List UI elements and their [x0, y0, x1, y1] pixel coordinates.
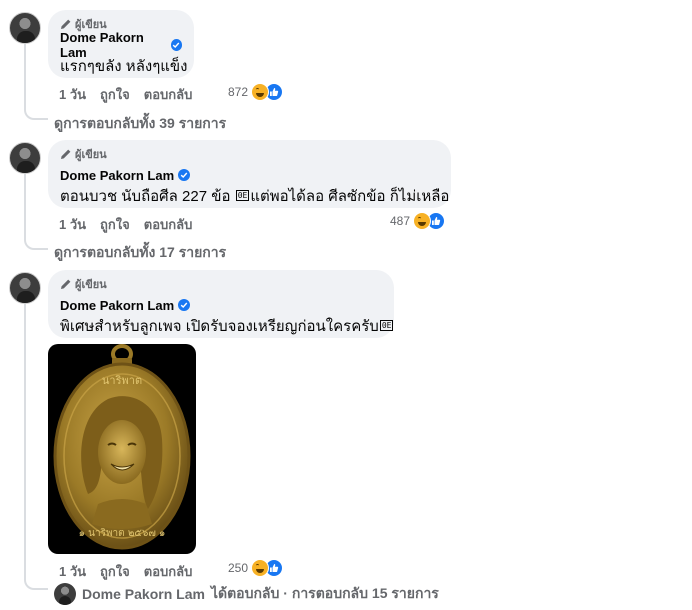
- author-name[interactable]: Dome Pakorn Lam: [60, 168, 174, 183]
- thread-connector: [24, 106, 48, 120]
- comment-actions: 1 วัน ถูกใจ ตอบกลับ: [59, 214, 206, 235]
- like-button[interactable]: ถูกใจ: [100, 561, 130, 582]
- thread-connector: [24, 576, 48, 590]
- comment-actions: 1 วัน ถูกใจ ตอบกลับ: [59, 84, 206, 105]
- haha-reaction-icon: [251, 559, 270, 577]
- reaction-summary[interactable]: 487: [390, 212, 446, 230]
- missing-glyph-box: 0E: [379, 320, 394, 331]
- medal-image: นาริพาต ๑ นาริพาต ๒๕๖๗ ๑: [53, 344, 191, 550]
- comment-bubble: ผู้เขียน Dome Pakorn Lam ตอนบวช นับถือศี…: [48, 140, 451, 208]
- comment-text-part: ตอนบวช นับถือศีล 227 ข้อ: [60, 188, 231, 205]
- comment-text: พิเศษสำหรับลูกเพจ เปิดรับจองเหรียญก่อนใค…: [60, 317, 394, 337]
- thread-line: [24, 44, 26, 106]
- avatar[interactable]: [9, 142, 41, 174]
- reaction-summary[interactable]: 250: [228, 559, 284, 577]
- reply-button[interactable]: ตอบกลับ: [144, 561, 193, 582]
- thread-line: [24, 304, 26, 576]
- comment-actions: 1 วัน ถูกใจ ตอบกลับ: [59, 561, 206, 582]
- reply-button[interactable]: ตอบกลับ: [144, 84, 193, 105]
- timestamp[interactable]: 1 วัน: [59, 561, 86, 582]
- author-name[interactable]: Dome Pakorn Lam: [60, 30, 167, 60]
- reaction-count: 250: [228, 561, 249, 575]
- pencil-icon: [61, 149, 71, 159]
- verified-icon: [170, 39, 182, 51]
- reply-author-name: Dome Pakorn Lam: [82, 586, 205, 602]
- author-badge-label: ผู้เขียน: [75, 279, 107, 291]
- pencil-icon: [61, 19, 71, 29]
- pencil-icon: [61, 279, 71, 289]
- timestamp[interactable]: 1 วัน: [59, 214, 86, 235]
- thread-connector: [24, 236, 48, 250]
- missing-glyph-box: 0E: [235, 190, 250, 201]
- replies-summary-link[interactable]: Dome Pakorn Lam ได้ตอบกลับ · การตอบกลับ …: [54, 583, 439, 605]
- haha-reaction-icon: [251, 83, 270, 101]
- comment-bubble: ผู้เขียน Dome Pakorn Lam แรกๆขลัง หลังๆแ…: [48, 10, 194, 78]
- comment-text-part: พิเศษสำหรับลูกเพจ เปิดรับจองเหรียญก่อนใค…: [60, 318, 379, 335]
- author-badge: ผู้เขียน: [60, 277, 382, 291]
- reply-button[interactable]: ตอบกลับ: [144, 214, 193, 235]
- medal-inscription-top: นาริพาต: [102, 374, 142, 387]
- view-replies-link[interactable]: ดูการตอบกลับทั้ง 39 รายการ: [54, 113, 226, 135]
- comment-bubble: ผู้เขียน Dome Pakorn Lam พิเศษสำหรับลูกเ…: [48, 270, 394, 338]
- like-button[interactable]: ถูกใจ: [100, 84, 130, 105]
- view-replies-link[interactable]: ดูการตอบกลับทั้ง 17 รายการ: [54, 242, 226, 264]
- comment-attachment-image[interactable]: นาริพาต ๑ นาริพาต ๒๕๖๗ ๑: [48, 344, 196, 554]
- reaction-count: 487: [390, 214, 411, 228]
- medal-inscription-bottom: ๑ นาริพาต ๒๕๖๗ ๑: [79, 528, 166, 539]
- reply-author-avatar: [54, 583, 76, 605]
- verified-icon: [178, 299, 191, 311]
- like-button[interactable]: ถูกใจ: [100, 214, 130, 235]
- author-name[interactable]: Dome Pakorn Lam: [60, 298, 174, 313]
- timestamp[interactable]: 1 วัน: [59, 84, 86, 105]
- haha-reaction-icon: [413, 212, 432, 230]
- author-badge-label: ผู้เขียน: [75, 149, 107, 161]
- avatar[interactable]: [9, 272, 41, 304]
- author-badge: ผู้เขียน: [60, 17, 182, 31]
- comment-text: ตอนบวช นับถือศีล 227 ข้อ 0E แต่พอได้ลอ ศี…: [60, 187, 449, 207]
- thread-line: [24, 174, 26, 236]
- comment-text: แรกๆขลัง หลังๆแข็ง: [60, 58, 188, 75]
- avatar[interactable]: [9, 12, 41, 44]
- reaction-count: 872: [228, 85, 249, 99]
- reply-summary-text: ได้ตอบกลับ · การตอบกลับ 15 รายการ: [210, 585, 439, 601]
- author-badge: ผู้เขียน: [60, 147, 439, 161]
- reaction-summary[interactable]: 872: [228, 83, 284, 101]
- comment-text-part: แต่พอได้ลอ ศีลซักข้อ ก็ไม่เหลือ: [250, 188, 450, 205]
- verified-icon: [178, 169, 191, 181]
